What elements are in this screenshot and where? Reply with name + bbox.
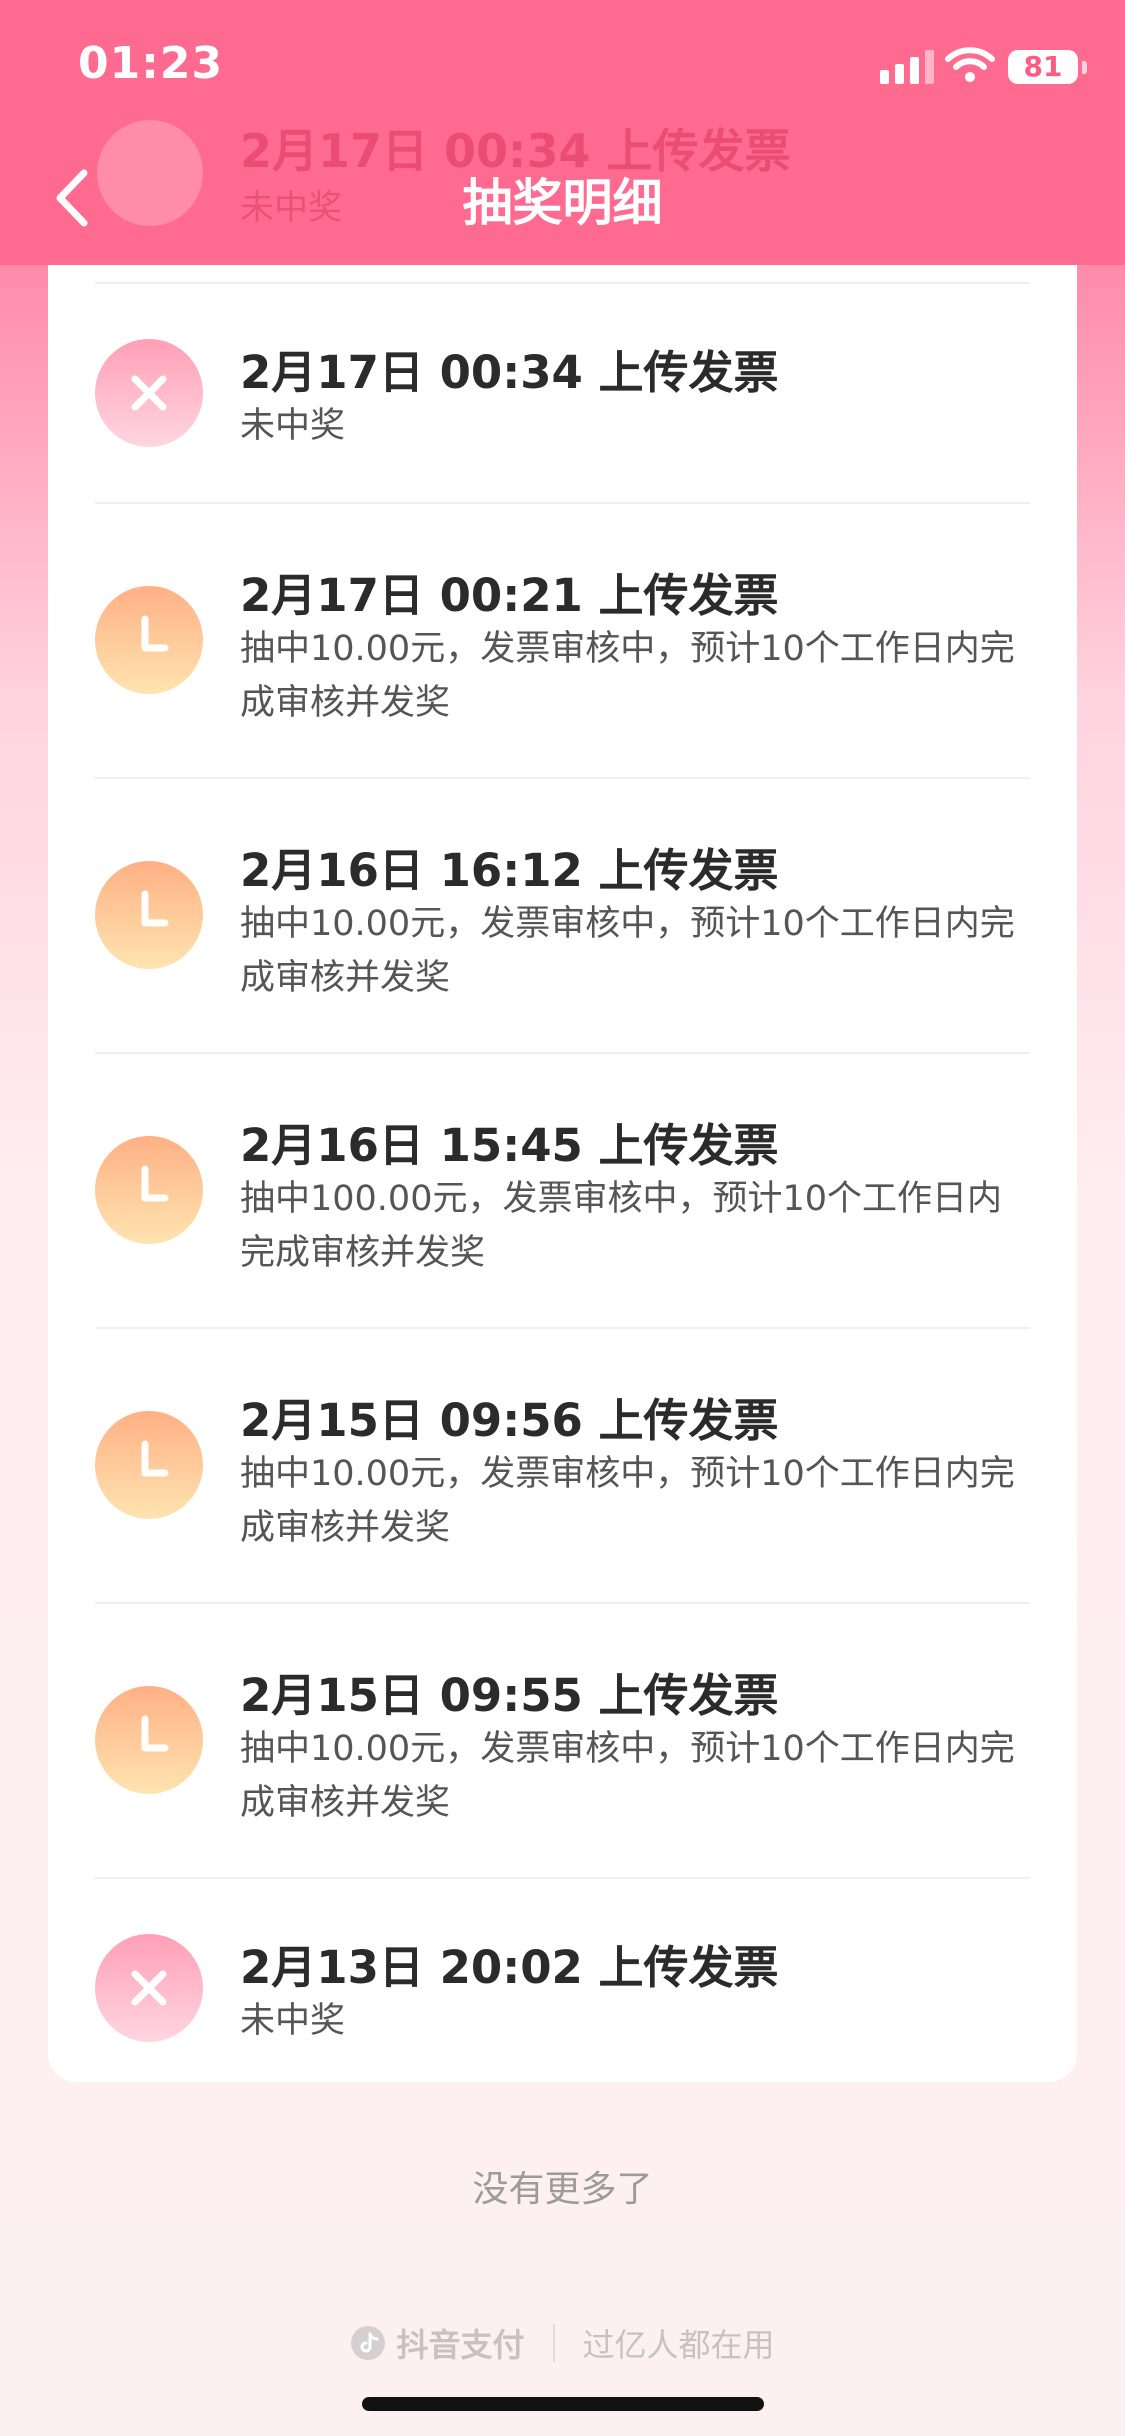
pending-clock-icon (95, 1411, 203, 1519)
record-result: 未中奖 (240, 2001, 346, 2041)
battery-level: 81 (1008, 50, 1078, 84)
no-win-x-icon (95, 339, 203, 447)
status-bar: 01:23 81 (0, 0, 1125, 130)
record-result: 抽中100.00元，发票审核中，预计10个工作日内完成审核并发奖 (240, 1179, 1003, 1273)
home-indicator (362, 2397, 764, 2411)
record-item: 2月17日 00:34 上传发票未中奖 (95, 282, 1030, 502)
record-item: 2月16日 15:45 上传发票抽中100.00元，发票审核中，预计10个工作日… (95, 1052, 1030, 1327)
record-result: 抽中10.00元，发票审核中，预计10个工作日内完成审核并发奖 (240, 629, 1015, 723)
cellular-signal-icon (880, 48, 934, 84)
battery-tip (1082, 61, 1087, 74)
pending-clock-icon (95, 586, 203, 694)
record-result: 抽中10.00元，发票审核中，预计10个工作日内完成审核并发奖 (240, 1454, 1015, 1548)
no-win-x-icon (95, 1934, 203, 2042)
record-title: 2月16日 16:12 上传发票 (240, 844, 779, 897)
record-item: 2月15日 09:56 上传发票抽中10.00元，发票审核中，预计10个工作日内… (95, 1327, 1030, 1602)
record-result: 未中奖 (240, 406, 346, 446)
status-time: 01:23 (78, 38, 224, 89)
footer: 抖音支付 过亿人都在用 (0, 2320, 1125, 2366)
footer-slogan: 过亿人都在用 (582, 2326, 775, 2364)
pending-clock-icon (95, 861, 203, 969)
footer-divider (552, 2324, 555, 2362)
wifi-icon (945, 47, 995, 82)
record-title: 2月15日 09:56 上传发票 (240, 1394, 779, 1447)
record-title: 2月17日 00:21 上传发票 (240, 569, 779, 622)
pending-clock-icon (95, 1136, 203, 1244)
record-title: 2月16日 15:45 上传发票 (240, 1119, 779, 1172)
list-end-text: 没有更多了 (472, 2169, 653, 2210)
record-item: 2月16日 16:12 上传发票抽中10.00元，发票审核中，预计10个工作日内… (95, 777, 1030, 1052)
record-item: 2月15日 09:55 上传发票抽中10.00元，发票审核中，预计10个工作日内… (95, 1602, 1030, 1877)
footer-brand-label: 抖音支付 (396, 2326, 525, 2364)
record-title: 2月13日 20:02 上传发票 (240, 1941, 779, 1994)
record-title: 2月15日 09:55 上传发票 (240, 1669, 779, 1722)
page-title: 抽奖明细 (462, 174, 663, 232)
douyin-logo-icon (351, 2326, 386, 2360)
record-result: 抽中10.00元，发票审核中，预计10个工作日内完成审核并发奖 (240, 904, 1015, 998)
record-item: 2月13日 20:02 上传发票未中奖 (95, 1877, 1030, 2097)
record-result: 抽中10.00元，发票审核中，预计10个工作日内完成审核并发奖 (240, 1729, 1015, 1823)
record-title: 2月17日 00:34 上传发票 (240, 346, 779, 399)
lottery-record-list: 2月17日 00:34 上传发票 未中奖 2月17日 00:21 上传发票 抽中10.… (48, 282, 1077, 2097)
footer-brand: 抖音支付 (350, 2320, 525, 2366)
record-item: 2月17日 00:21 上传发票抽中10.00元，发票审核中，预计10个工作日内… (95, 502, 1030, 777)
pending-clock-icon (95, 1686, 203, 1794)
